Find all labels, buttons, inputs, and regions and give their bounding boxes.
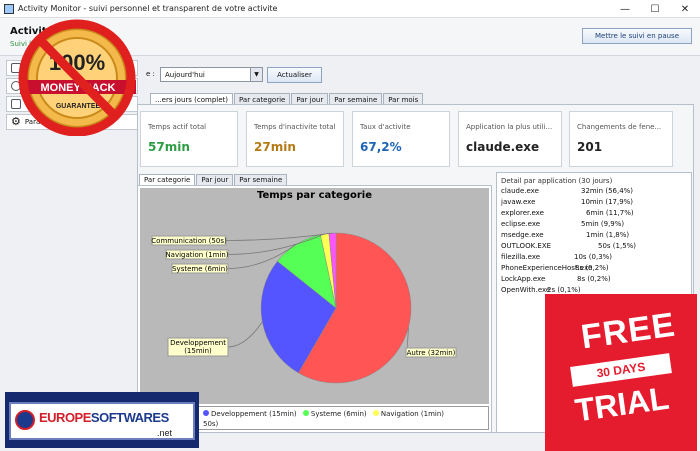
window-title: Activity Monitor - suivi personnel et tr… <box>18 4 278 13</box>
app-duration: 8s (0,2%) <box>575 264 609 272</box>
europesoftwares-logo: EUROPESOFTWARES .net <box>5 392 199 448</box>
chevron-down-icon[interactable]: ▼ <box>250 68 262 81</box>
logo-text-a: EUROPE <box>39 410 91 425</box>
stat-card-activity-rate: Taux d'activite 67,2% <box>352 111 450 167</box>
period-selected-value: Aujourd'hui <box>165 70 205 79</box>
stat-card-idle-time: Temps d'inactivite total 27min <box>246 111 344 167</box>
free-text: FREE <box>578 305 678 357</box>
legend-swatch <box>203 410 209 416</box>
app-name: eclipse.exe <box>501 220 541 228</box>
pie-chart: Autre (32min) Developpement(15min) Systeme… <box>151 232 457 384</box>
stat-label: Temps actif total <box>148 123 207 131</box>
stat-value: 27min <box>254 140 296 154</box>
trial-text: TRIAL <box>572 379 672 429</box>
svg-text:Navigation (1min): Navigation (1min) <box>165 251 228 259</box>
flag-icon <box>15 410 35 430</box>
tab-chart-week[interactable]: Par semaine <box>234 174 288 185</box>
svg-text:(15min): (15min) <box>184 347 212 355</box>
mbg-bottom: GUARANTEE <box>56 103 101 110</box>
stat-label: Taux d'activite <box>360 123 411 131</box>
list-item[interactable]: explorer.exe 6min (11,7%) <box>501 209 687 219</box>
stat-label: Temps d'inactivite total <box>254 123 336 131</box>
app-duration: 50s (1,5%) <box>598 242 637 250</box>
app-duration: 5min (9,9%) <box>581 220 625 228</box>
money-back-guarantee-badge: 100% MONEY BACK GUARANTEE <box>18 19 136 136</box>
svg-text:Developpement: Developpement <box>170 339 226 347</box>
legend-swatch <box>302 410 309 416</box>
app-duration: 6min (11,7%) <box>586 209 634 217</box>
list-item[interactable]: eclipse.exe 5min (9,9%) <box>501 220 687 230</box>
stat-card-top-app: Application la plus utili... claude.exe <box>458 111 562 167</box>
app-name: OpenWith.exe <box>501 286 551 294</box>
stat-value: claude.exe <box>466 140 540 154</box>
close-button[interactable]: ✕ <box>670 0 700 18</box>
app-name: explorer.exe <box>501 209 544 217</box>
stat-value: 67,2% <box>360 140 402 154</box>
logo-text-b: SOFTWARES <box>90 410 169 425</box>
legend-swatch <box>372 410 379 416</box>
detail-title: Detail par application (30 jours) <box>501 177 613 185</box>
legend-item: 50s) <box>203 420 219 428</box>
app-name: msedge.exe <box>501 231 544 239</box>
tab-chart-category[interactable]: Par categorie <box>139 174 196 185</box>
app-name: LockApp.exe <box>501 275 546 283</box>
free-trial-badge: FREE 30 DAYS TRIAL <box>545 294 697 451</box>
stat-card-window-changes: Changements de fene... 201 <box>569 111 673 167</box>
list-item[interactable]: OUTLOOK.EXE 50s (1,5%) <box>501 242 687 252</box>
list-item[interactable]: javaw.exe 10min (17,9%) <box>501 198 687 208</box>
stat-card-active-time: Temps actif total 57min <box>140 111 238 167</box>
app-duration: 10s (0,3%) <box>574 253 613 261</box>
period-select[interactable]: Aujourd'hui ▼ <box>160 67 263 82</box>
logo-net: .net <box>157 428 173 438</box>
stat-value: 57min <box>148 140 190 154</box>
app-name: javaw.exe <box>501 198 536 206</box>
list-item[interactable]: filezilla.exe 10s (0,3%) <box>501 253 687 263</box>
svg-text:Autre (32min): Autre (32min) <box>407 349 456 357</box>
svg-text:Systeme (6min): Systeme (6min) <box>172 265 228 273</box>
period-label: e : <box>146 70 155 78</box>
app-duration: 8s (0,2%) <box>577 275 611 283</box>
app-duration: 32min (56,4%) <box>581 187 634 195</box>
chart-area: Temps par categorie Autre (32min) Develop… <box>140 188 489 404</box>
app-duration: 10min (17,9%) <box>581 198 634 206</box>
maximize-button[interactable]: ☐ <box>640 0 670 18</box>
pie-label-autre: Autre (32min) <box>405 327 457 358</box>
pause-tracking-button[interactable]: Mettre le suivi en pause <box>582 28 692 44</box>
app-name: filezilla.exe <box>501 253 541 261</box>
legend-item: Systeme (6min) <box>310 410 367 418</box>
refresh-button[interactable]: Actualiser <box>267 67 322 83</box>
app-name: OUTLOOK.EXE <box>501 242 552 250</box>
app-duration: 1min (1,8%) <box>586 231 630 239</box>
chart-tabs: Par categorie Par jour Par semaine <box>139 174 288 185</box>
minimize-button[interactable]: — <box>610 0 640 18</box>
stat-value: 201 <box>577 140 603 154</box>
tab-chart-day[interactable]: Par jour <box>196 174 234 185</box>
legend-item: Navigation (1min) <box>380 410 445 418</box>
window-titlebar: Activity Monitor - suivi personnel et tr… <box>0 0 700 18</box>
app-name: claude.exe <box>501 187 539 195</box>
app-duration: 2s (0,1%) <box>547 286 581 294</box>
logo-text: EUROPESOFTWARES <box>39 410 169 425</box>
pie-label-developpement: Developpement(15min) <box>167 321 263 357</box>
stat-label: Application la plus utili... <box>466 123 553 131</box>
logo-box: EUROPESOFTWARES .net <box>9 402 195 440</box>
list-item[interactable]: msedge.exe 1min (1,8%) <box>501 231 687 241</box>
stat-label: Changements de fene... <box>577 123 662 131</box>
list-item[interactable]: LockApp.exe 8s (0,2%) <box>501 275 687 285</box>
list-item[interactable]: claude.exe 32min (56,4%) <box>501 187 687 197</box>
app-icon <box>4 3 14 14</box>
svg-text:Communication (50s): Communication (50s) <box>151 237 227 245</box>
list-item[interactable]: PhoneExperienceHost.exe 8s (0,2%) <box>501 264 687 274</box>
legend-item: Developpement (15min) <box>211 410 297 418</box>
